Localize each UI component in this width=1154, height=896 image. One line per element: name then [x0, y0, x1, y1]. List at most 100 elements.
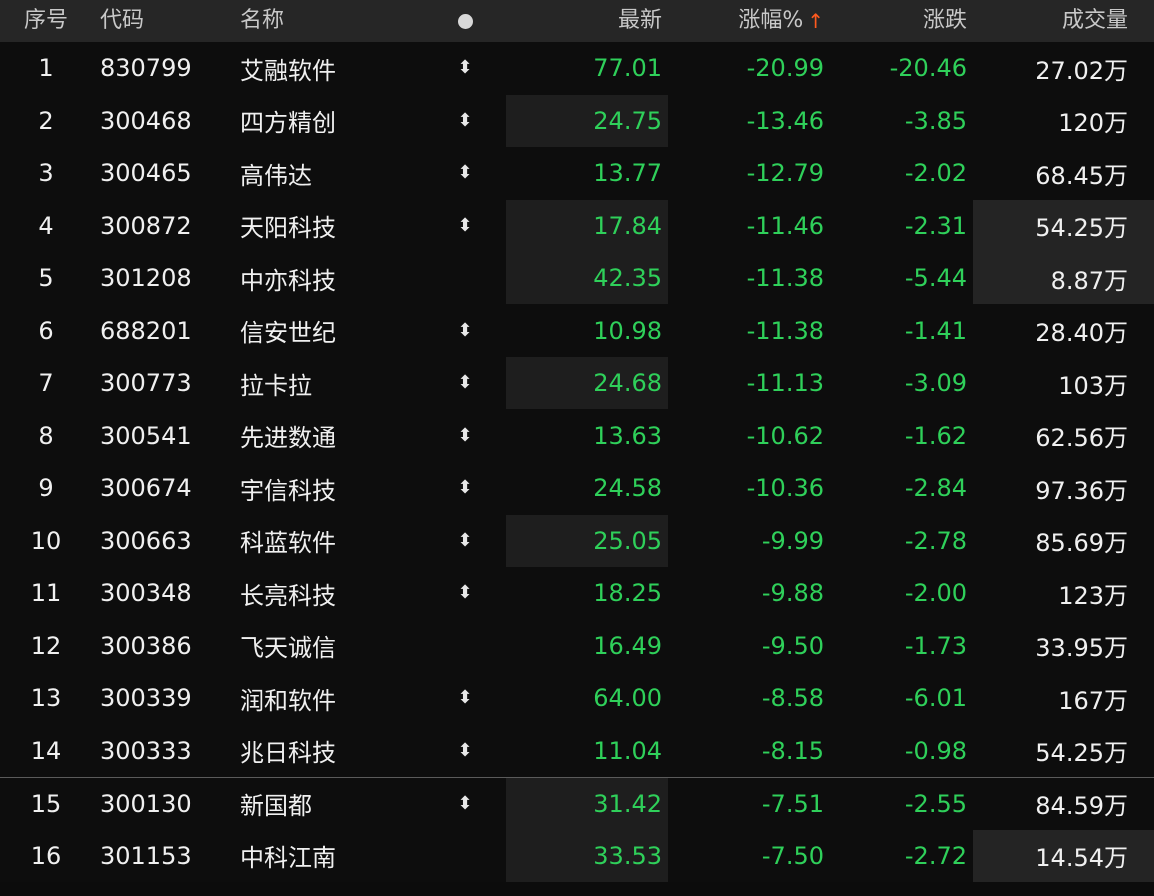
- cell-code: 830799: [100, 54, 192, 83]
- table-row[interactable]: 1 830799 艾融软件 ⬍ 77.01 -20.99 -20.46 27.02万: [0, 42, 1154, 95]
- cell-idx: 8: [38, 421, 54, 450]
- cell-flag: [424, 620, 506, 672]
- cell-pct: -10.36: [746, 474, 824, 503]
- cell-code: 688201: [100, 316, 192, 345]
- cell-name: 高伟达: [240, 161, 312, 190]
- cell-chg: -20.46: [889, 54, 967, 83]
- cell-vol: 103万: [1058, 371, 1128, 400]
- cell-flag: ⬍: [424, 305, 506, 357]
- table-body: 1 830799 艾融软件 ⬍ 77.01 -20.99 -20.46 27.02万 2 3004…: [0, 42, 1154, 882]
- table-row[interactable]: 13 300339 润和软件 ⬍ 64.00 -8.58 -6.01 167万: [0, 672, 1154, 725]
- table-row[interactable]: 6 688201 信安世纪 ⬍ 10.98 -11.38 -1.41 28.40万: [0, 304, 1154, 357]
- cell-last: 17.84: [506, 199, 668, 252]
- up-down-arrow-icon: ⬍: [457, 319, 473, 341]
- header-pct-label: 涨幅%: [738, 8, 804, 33]
- cell-idx: 14: [30, 736, 62, 765]
- up-down-arrow-icon: ⬍: [457, 57, 473, 79]
- cell-name: 四方精创: [240, 109, 336, 138]
- table-row[interactable]: 16 301153 中科江南 33.53 -7.50 -2.72 14.54万: [0, 829, 1154, 882]
- up-down-arrow-icon: ⬍: [457, 477, 473, 499]
- cell-code: 300773: [100, 369, 192, 398]
- circle-dot-icon: [457, 13, 473, 29]
- cell-flag: ⬍: [424, 410, 506, 462]
- table-row[interactable]: 12 300386 飞天诚信 16.49 -9.50 -1.73 33.95万: [0, 619, 1154, 672]
- cell-flag: ⬍: [424, 95, 506, 147]
- cell-vol: 27.02万: [1035, 56, 1128, 85]
- cell-flag: ⬍: [424, 147, 506, 199]
- cell-pct: -9.88: [761, 579, 824, 608]
- cell-pct: -8.58: [761, 684, 824, 713]
- cell-chg: -1.62: [904, 421, 967, 450]
- header-vol[interactable]: 成交量: [973, 0, 1154, 42]
- cell-flag: ⬍: [424, 42, 506, 94]
- cell-vol: 167万: [1058, 686, 1128, 715]
- table-row[interactable]: 14 300333 兆日科技 ⬍ 11.04 -8.15 -0.98 54.25万: [0, 724, 1154, 777]
- cell-pct: -11.13: [746, 369, 824, 398]
- cell-flag: ⬍: [424, 462, 506, 514]
- cell-code: 300468: [100, 106, 192, 135]
- table-row[interactable]: 2 300468 四方精创 ⬍ 24.75 -13.46 -3.85 120万: [0, 94, 1154, 147]
- table-row[interactable]: 10 300663 科蓝软件 ⬍ 25.05 -9.99 -2.78 85.69万: [0, 514, 1154, 567]
- cell-chg: -2.31: [904, 211, 967, 240]
- cell-vol: 97.36万: [1035, 476, 1128, 505]
- cell-idx: 9: [38, 474, 54, 503]
- cell-pct: -7.50: [761, 841, 824, 870]
- cell-code: 300541: [100, 421, 192, 450]
- cell-idx: 5: [38, 264, 54, 293]
- cell-name: 天阳科技: [240, 214, 336, 243]
- cell-vol: 54.25万: [1035, 739, 1128, 768]
- cell-name: 中科江南: [240, 844, 336, 873]
- header-chg[interactable]: 涨跌: [830, 0, 973, 42]
- header-idx[interactable]: 序号: [0, 0, 92, 42]
- stock-ranking-table: 序号 代码 名称 最新 涨幅% ↑ 涨跌 成交量 1 830799 艾融软件 ⬍ 77.…: [0, 0, 1154, 896]
- cell-last: 42.35: [506, 252, 668, 305]
- table-row[interactable]: 15 300130 新国都 ⬍ 31.42 -7.51 -2.55 84.59万: [0, 777, 1154, 830]
- header-pct[interactable]: 涨幅% ↑: [668, 0, 830, 42]
- table-row[interactable]: 8 300541 先进数通 ⬍ 13.63 -10.62 -1.62 62.56万: [0, 409, 1154, 462]
- cell-idx: 13: [30, 684, 62, 713]
- cell-chg: -1.73: [904, 631, 967, 660]
- cell-code: 300386: [100, 631, 192, 660]
- header-code[interactable]: 代码: [92, 0, 232, 42]
- cell-last: 77.01: [593, 54, 662, 83]
- cell-name: 拉卡拉: [240, 371, 312, 400]
- cell-vol: 54.25万: [973, 199, 1154, 252]
- cell-name: 润和软件: [240, 686, 336, 715]
- cell-vol: 123万: [1058, 581, 1128, 610]
- cell-name: 中亦科技: [240, 266, 336, 295]
- table-row[interactable]: 11 300348 长亮科技 ⬍ 18.25 -9.88 -2.00 123万: [0, 567, 1154, 620]
- cell-flag: ⬍: [424, 200, 506, 252]
- table-row[interactable]: 7 300773 拉卡拉 ⬍ 24.68 -11.13 -3.09 103万: [0, 357, 1154, 410]
- cell-chg: -2.78: [904, 526, 967, 555]
- table-row[interactable]: 3 300465 高伟达 ⬍ 13.77 -12.79 -2.02 68.45万: [0, 147, 1154, 200]
- cell-pct: -7.51: [761, 789, 824, 818]
- table-header: 序号 代码 名称 最新 涨幅% ↑ 涨跌 成交量: [0, 0, 1154, 42]
- cell-idx: 6: [38, 316, 54, 345]
- cell-idx: 4: [38, 211, 54, 240]
- cell-last: 13.77: [593, 159, 662, 188]
- cell-idx: 1: [38, 54, 54, 83]
- cell-chg: -3.85: [904, 106, 967, 135]
- up-down-arrow-icon: ⬍: [457, 424, 473, 446]
- cell-code: 300130: [100, 789, 192, 818]
- header-last[interactable]: 最新: [506, 0, 668, 42]
- cell-chg: -1.41: [904, 316, 967, 345]
- cell-last: 18.25: [593, 579, 662, 608]
- cell-name: 宇信科技: [240, 476, 336, 505]
- header-name[interactable]: 名称: [232, 0, 424, 42]
- cell-code: 301208: [100, 264, 192, 293]
- up-down-arrow-icon: ⬍: [457, 109, 473, 131]
- cell-code: 301153: [100, 841, 192, 870]
- table-row[interactable]: 5 301208 中亦科技 42.35 -11.38 -5.44 8.87万: [0, 252, 1154, 305]
- cell-chg: -5.44: [904, 264, 967, 293]
- cell-pct: -9.99: [761, 526, 824, 555]
- table-row[interactable]: 4 300872 天阳科技 ⬍ 17.84 -11.46 -2.31 54.25万: [0, 199, 1154, 252]
- cell-idx: 12: [30, 631, 62, 660]
- cell-vol: 62.56万: [1035, 424, 1128, 453]
- header-dot[interactable]: [424, 0, 506, 42]
- cell-name: 科蓝软件: [240, 529, 336, 558]
- cell-idx: 16: [30, 841, 62, 870]
- cell-idx: 11: [30, 579, 62, 608]
- table-row[interactable]: 9 300674 宇信科技 ⬍ 24.58 -10.36 -2.84 97.36万: [0, 462, 1154, 515]
- cell-last: 24.58: [593, 474, 662, 503]
